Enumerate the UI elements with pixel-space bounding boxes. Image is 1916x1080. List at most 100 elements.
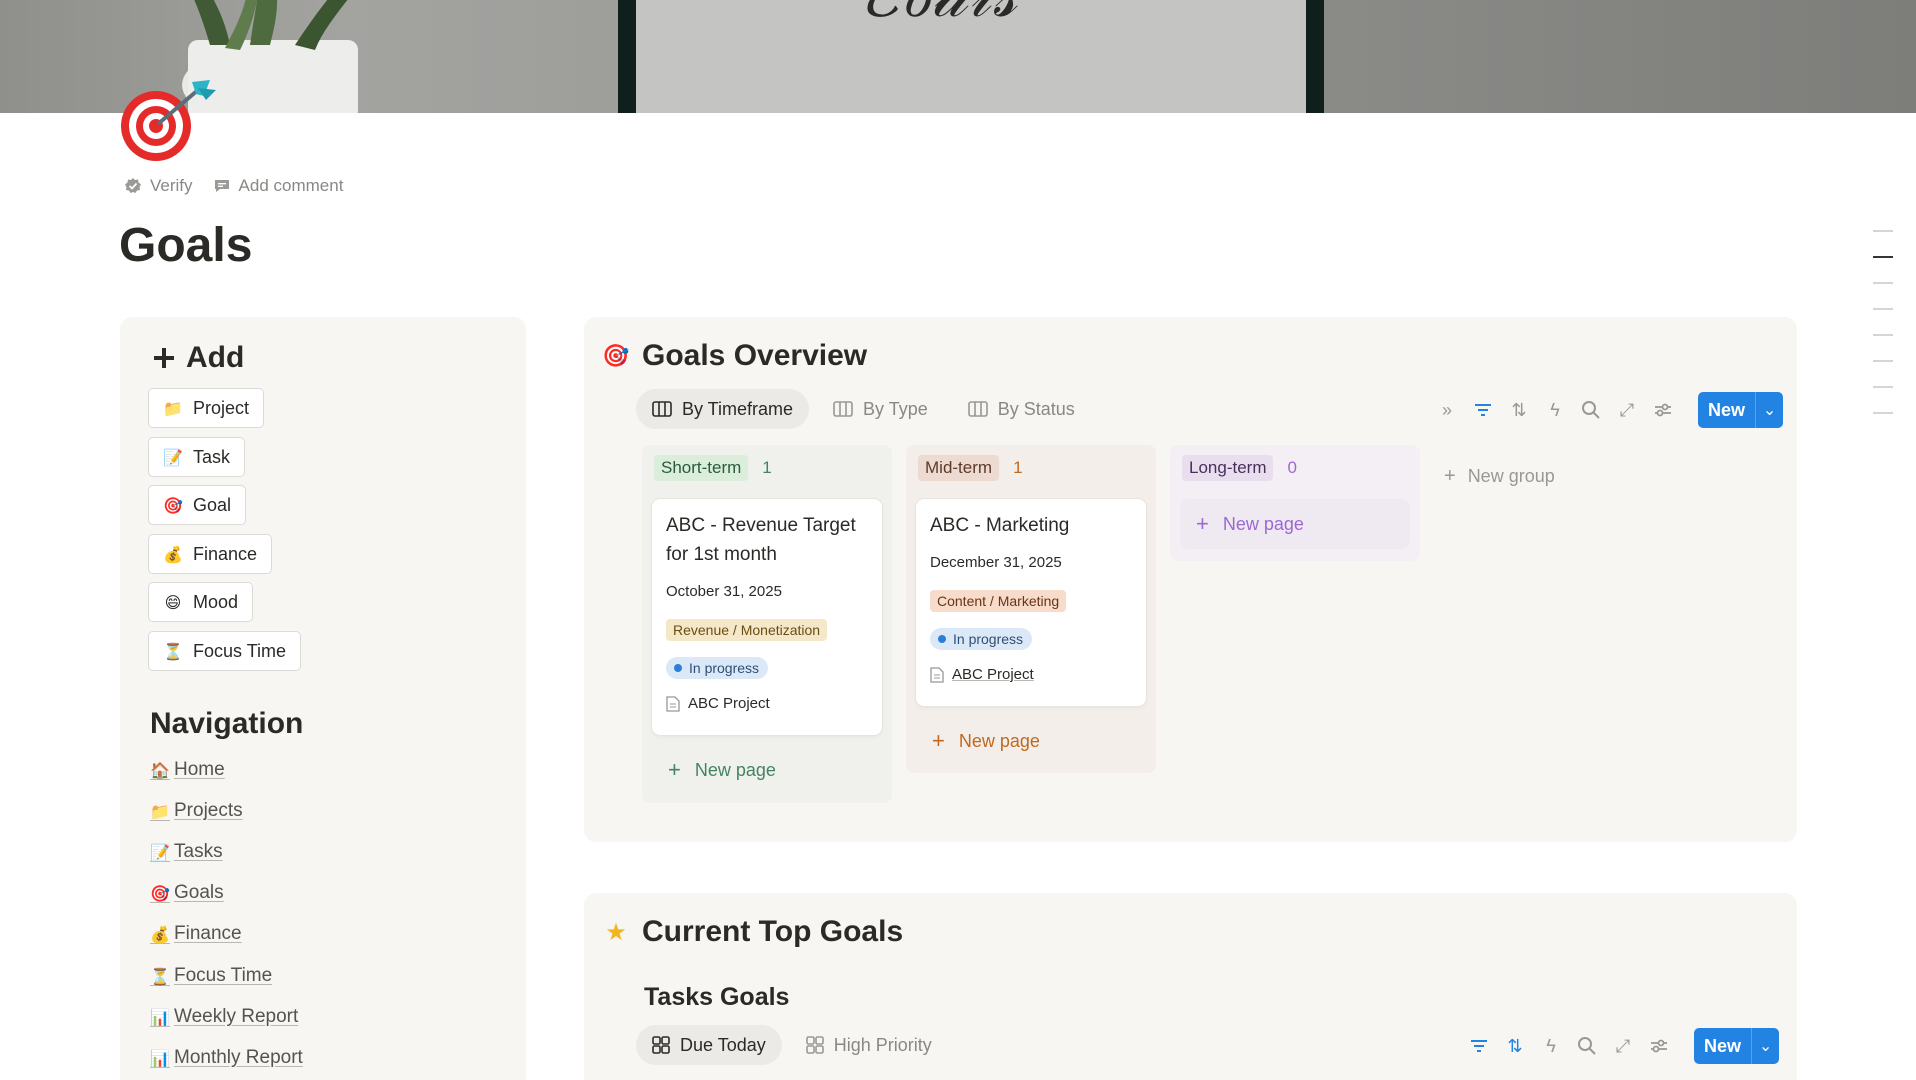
nav-link-goals[interactable]: 🎯 Goals: [150, 882, 224, 904]
add-finance-button[interactable]: 💰 Finance: [148, 534, 273, 574]
new-button-label[interactable]: New: [1698, 392, 1756, 428]
nav-link-focus-time[interactable]: ⏳ Focus Time: [150, 965, 272, 987]
outline-line-active[interactable]: [1873, 256, 1893, 258]
tab-label: High Priority: [833, 1034, 932, 1055]
goals-overview-panel: 🎯 Goals Overview By Timeframe By Type By…: [584, 317, 1797, 842]
column-new-page-button[interactable]: + New page: [652, 745, 882, 795]
goal-card[interactable]: ABC - Marketing December 31, 2025 Conten…: [916, 499, 1146, 706]
sort-icon[interactable]: ⇅: [1508, 399, 1530, 421]
tab-label: By Timeframe: [682, 398, 794, 419]
nav-link-monthly-report[interactable]: 📊 Monthly Report: [150, 1047, 303, 1069]
money-bag-icon: 💰: [163, 544, 183, 564]
comment-icon: [214, 180, 229, 192]
bar-chart-icon: 📊: [150, 1007, 170, 1027]
nav-link-finance[interactable]: 💰 Finance: [150, 923, 242, 945]
filter-icon[interactable]: [1472, 399, 1494, 421]
add-mood-button[interactable]: 😄 Mood: [148, 582, 254, 622]
outline-line[interactable]: [1873, 230, 1893, 232]
column-header[interactable]: Short-term 1: [654, 455, 772, 481]
search-icon[interactable]: [1580, 399, 1602, 421]
tab-by-type[interactable]: By Type: [817, 389, 944, 429]
card-project-relation[interactable]: ABC Project: [666, 695, 770, 712]
tab-due-today[interactable]: Due Today: [636, 1025, 782, 1065]
nav-link-projects[interactable]: 📁 Projects: [150, 800, 243, 822]
page-title[interactable]: Goals: [119, 218, 252, 273]
board-view-icon: [652, 401, 672, 417]
column-tag: Short-term: [654, 455, 749, 481]
chevron-down-icon[interactable]: ⌄: [1751, 1028, 1780, 1064]
nav-link-home[interactable]: 🏠 Home: [150, 759, 225, 781]
folder-icon: 📁: [163, 398, 183, 418]
filter-icon[interactable]: [1468, 1035, 1490, 1057]
outline-line[interactable]: [1873, 386, 1893, 388]
expand-sidebar-icon[interactable]: »: [1436, 399, 1458, 421]
add-goal-button[interactable]: 🎯 Goal: [148, 485, 247, 525]
add-mood-label: Mood: [193, 591, 239, 612]
house-icon: 🏠: [150, 760, 170, 780]
chevron-down-icon[interactable]: ⌄: [1755, 392, 1784, 428]
open-full-page-icon[interactable]: ⤢: [1612, 1035, 1634, 1057]
plus-icon: +: [932, 728, 945, 753]
column-new-page-button[interactable]: + New page: [1180, 499, 1410, 549]
gallery-view-icon: [652, 1036, 670, 1054]
settings-sliders-icon[interactable]: [1652, 399, 1674, 421]
page-cover[interactable]: ℰℴ𝒶𝓁𝓈: [0, 0, 1916, 113]
current-top-goals-label: Current Top Goals: [642, 915, 904, 948]
column-header[interactable]: Long-term 0: [1182, 455, 1297, 481]
nav-link-label: Weekly Report: [174, 1006, 299, 1027]
nav-link-label: Goals: [174, 882, 224, 903]
nav-link-label: Tasks: [174, 841, 223, 862]
page-outline[interactable]: [1873, 230, 1893, 438]
hourglass-icon: ⏳: [163, 641, 183, 661]
money-bag-icon: 💰: [150, 924, 170, 944]
new-page-label: New page: [1222, 513, 1304, 534]
card-due-date: October 31, 2025: [666, 583, 782, 600]
settings-sliders-icon[interactable]: [1648, 1035, 1670, 1057]
open-full-page-icon[interactable]: ⤢: [1616, 399, 1638, 421]
add-focus-time-button[interactable]: ⏳ Focus Time: [148, 631, 302, 671]
outline-line[interactable]: [1873, 334, 1893, 336]
outline-line[interactable]: [1873, 360, 1893, 362]
new-group-button[interactable]: + New group: [1444, 465, 1555, 488]
search-icon[interactable]: [1576, 1035, 1598, 1057]
column-new-page-button[interactable]: + New page: [916, 716, 1146, 766]
sort-icon[interactable]: ⇅: [1504, 1035, 1526, 1057]
outline-line[interactable]: [1873, 308, 1893, 310]
column-tag: Long-term: [1182, 455, 1274, 481]
board-view-icon: [967, 401, 988, 417]
automation-bolt-icon[interactable]: ϟ: [1540, 1035, 1562, 1057]
tab-label: By Type: [863, 398, 928, 419]
tab-high-priority[interactable]: High Priority: [790, 1025, 948, 1065]
card-status-badge: In progress: [666, 657, 769, 679]
outline-line[interactable]: [1873, 412, 1893, 414]
target-icon: 🎯: [163, 495, 183, 515]
new-task-goal-button[interactable]: New ⌄: [1694, 1028, 1780, 1064]
cover-script-glyphs: ℰℴ𝒶𝓁𝓈: [860, 0, 1018, 32]
tab-by-timeframe[interactable]: By Timeframe: [636, 389, 810, 429]
verified-badge-icon: [125, 178, 141, 193]
bar-chart-icon: 📊: [150, 1048, 170, 1068]
verify-button[interactable]: Verify: [124, 176, 193, 196]
overview-toolbar: » ⇅ ϟ ⤢ New ⌄: [1436, 392, 1784, 428]
status-label: In progress: [953, 631, 1024, 647]
page-meta-row: Verify Add comment: [124, 176, 343, 196]
add-project-button[interactable]: 📁 Project: [148, 388, 265, 428]
column-header[interactable]: Mid-term 1: [918, 455, 1023, 481]
new-button-label[interactable]: New: [1694, 1028, 1752, 1064]
nav-link-weekly-report[interactable]: 📊 Weekly Report: [150, 1006, 298, 1028]
outline-line[interactable]: [1873, 282, 1893, 284]
plus-icon: [154, 348, 174, 368]
nav-link-tasks[interactable]: 📝 Tasks: [150, 841, 223, 863]
tab-by-status[interactable]: By Status: [952, 389, 1091, 429]
card-title: ABC - Marketing: [930, 515, 1070, 536]
goal-card[interactable]: ABC - Revenue Target for 1st month Octob…: [652, 499, 882, 735]
new-page-button[interactable]: New ⌄: [1698, 392, 1784, 428]
add-focus-time-label: Focus Time: [193, 640, 287, 661]
add-task-button[interactable]: 📝 Task: [148, 437, 246, 477]
automation-bolt-icon[interactable]: ϟ: [1544, 399, 1566, 421]
folder-icon: 📁: [150, 801, 170, 821]
target-icon[interactable]: [118, 78, 222, 162]
current-top-goals-panel: ★ Current Top Goals Tasks Goals Due Toda…: [584, 893, 1797, 1080]
card-project-relation[interactable]: ABC Project: [930, 666, 1034, 683]
add-comment-button[interactable]: Add comment: [213, 176, 343, 196]
